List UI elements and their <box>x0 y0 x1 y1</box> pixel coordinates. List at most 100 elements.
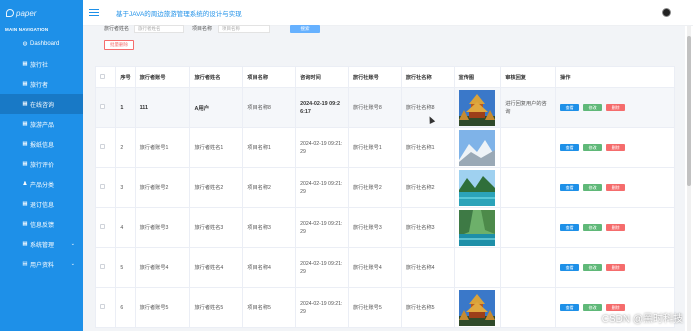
actions-cell: 查看 修改 删除 <box>555 247 675 288</box>
project-name: 项目名称5 <box>242 287 297 328</box>
promo-image <box>453 247 502 288</box>
header: 基于JAVA的周边旅游管理系统的设计与实现 <box>83 0 693 26</box>
row-checkbox-cell[interactable] <box>94 207 117 248</box>
sidebar-item-1[interactable]: ▦ 旅行社 <box>0 54 83 74</box>
edit-button[interactable]: 修改 <box>583 144 603 151</box>
row-checkbox-cell[interactable] <box>94 247 117 288</box>
sidebar-menu: ◍ Dashboard ▦ 旅行社 ▦ 旅行者 ▦ 在线咨询 ▦ 旅游产品 ▦ 报纸信息 ▦ 旅行评价 ♟ 产… <box>0 34 91 274</box>
menu-toggle-icon[interactable] <box>89 8 99 17</box>
sidebar-item-7[interactable]: ♟ 产品分类 <box>0 174 83 194</box>
sidebar-item-8[interactable]: ▦ 退订信息 <box>0 194 83 214</box>
row-checkbox[interactable] <box>100 264 105 269</box>
agency-name: 旅行社名称5 <box>400 287 455 328</box>
grid-icon: ▦ <box>22 121 28 127</box>
view-button[interactable]: 查看 <box>560 304 580 311</box>
sidebar-item-10[interactable]: ▦ 系统管理 ⌄ <box>0 234 83 254</box>
avatar[interactable] <box>662 8 671 17</box>
edit-button[interactable]: 修改 <box>583 264 603 271</box>
view-button[interactable]: 查看 <box>560 184 580 191</box>
scrollbar[interactable] <box>687 26 691 331</box>
sidebar-item-label: 退订信息 <box>30 202 55 209</box>
view-button[interactable]: 查看 <box>560 144 580 151</box>
filter-bar: 旅行者姓名 旅行者姓名 项目名称 项目名称 搜索 批量删除 <box>98 25 678 54</box>
sidebar-item-label: 旅行评价 <box>30 162 55 169</box>
agency-account: 旅行社账号2 <box>347 167 402 208</box>
row-number: 6 <box>115 287 136 328</box>
grid-icon: ▦ <box>22 221 28 227</box>
consultation-table: 序号 旅行者账号 旅行者姓名 项目名称 咨询时间 旅行社账号 旅行社名称 宣传图 审核回复 操作 … <box>94 66 675 328</box>
view-button[interactable]: 查看 <box>560 224 580 231</box>
sidebar-item-0[interactable]: ◍ Dashboard <box>0 34 83 54</box>
traveler-name-input[interactable]: 旅行者姓名 <box>134 25 184 33</box>
row-checkbox[interactable] <box>100 104 105 109</box>
column-header: 旅行社账号 <box>347 66 402 88</box>
row-checkbox-cell[interactable] <box>94 87 117 128</box>
table-row[interactable]: 6 旅行者账号5 旅行者姓名5 项目名称5 2024-02-19 09:21: 29 旅行… <box>94 287 675 328</box>
column-header[interactable] <box>94 66 117 88</box>
sidebar-item-4[interactable]: ▦ 旅游产品 <box>0 114 83 134</box>
sidebar-item-5[interactable]: ▦ 报纸信息 <box>0 134 83 154</box>
traveler-name: A用户 <box>189 87 244 128</box>
search-button[interactable]: 搜索 <box>290 25 320 33</box>
row-number: 5 <box>115 247 136 288</box>
delete-button[interactable]: 删除 <box>606 264 626 271</box>
table-row[interactable]: 2 旅行者账号1 旅行者姓名1 项目名称1 2024-02-19 09:21: 29 旅行… <box>94 127 675 168</box>
traveler-account: 旅行者账号3 <box>134 207 191 248</box>
agency-account: 旅行社账号4 <box>347 247 402 288</box>
agency-account: 旅行社账号5 <box>347 287 402 328</box>
sidebar-item-3[interactable]: ▦ 在线咨询 <box>0 94 91 114</box>
column-header: 操作 <box>555 66 675 88</box>
row-checkbox[interactable] <box>100 304 105 309</box>
agency-name: 旅行社名称2 <box>400 167 455 208</box>
table-row[interactable]: 5 旅行者账号4 旅行者姓名4 项目名称4 2024-02-19 09:21: 29 旅行… <box>94 247 675 288</box>
row-checkbox-cell[interactable] <box>94 287 117 328</box>
row-number: 4 <box>115 207 136 248</box>
select-all-checkbox[interactable] <box>100 73 105 79</box>
traveler-name: 旅行者姓名4 <box>189 247 244 288</box>
sidebar-item-label: 系统管理 <box>30 242 55 249</box>
traveler-name-label: 旅行者姓名 <box>104 26 130 32</box>
logo-icon <box>6 9 14 17</box>
table-row[interactable]: 3 旅行者账号2 旅行者姓名2 项目名称2 2024-02-19 09:21: 29 旅行… <box>94 167 675 208</box>
agency-name: 旅行社名称1 <box>400 127 455 168</box>
edit-button[interactable]: 修改 <box>583 104 603 111</box>
sidebar-item-label: 旅游产品 <box>30 122 55 129</box>
sidebar-item-label: 用户资料 <box>30 262 55 269</box>
row-number: 1 <box>115 87 136 128</box>
actions-cell: 查看 修改 删除 <box>555 207 675 248</box>
sidebar-item-9[interactable]: ▦ 信息反馈 <box>0 214 83 234</box>
delete-button[interactable]: 删除 <box>606 224 626 231</box>
row-checkbox-cell[interactable] <box>94 167 117 208</box>
delete-button[interactable]: 删除 <box>606 144 626 151</box>
logo-text: paper <box>16 8 37 18</box>
sidebar-item-label: 信息反馈 <box>30 222 55 229</box>
actions-cell: 查看 修改 删除 <box>555 167 675 208</box>
promo-image <box>453 127 502 168</box>
row-checkbox-cell[interactable] <box>94 127 117 168</box>
batch-delete-button[interactable]: 批量删除 <box>104 40 134 50</box>
sidebar-item-6[interactable]: ▦ 旅行评价 <box>0 154 83 174</box>
row-checkbox[interactable] <box>100 144 105 149</box>
row-checkbox[interactable] <box>100 184 105 189</box>
traveler-name: 旅行者姓名2 <box>189 167 244 208</box>
view-button[interactable]: 查看 <box>560 104 580 111</box>
sidebar-item-2[interactable]: ▦ 旅行者 <box>0 74 83 94</box>
consult-time: 2024-02-19 09:21: 29 <box>295 207 349 248</box>
table-row[interactable]: 4 旅行者账号3 旅行者姓名3 项目名称3 2024-02-19 09:21: 29 旅行… <box>94 207 675 248</box>
review-reply <box>500 207 557 248</box>
dashboard-icon: ◍ <box>22 41 28 47</box>
sidebar-item-11[interactable]: ▤ 用户资料 ⌄ <box>0 254 83 274</box>
project-name-input[interactable]: 项目名称 <box>218 25 270 33</box>
scrollbar-thumb[interactable] <box>687 36 691 186</box>
edit-button[interactable]: 修改 <box>583 184 603 191</box>
view-button[interactable]: 查看 <box>560 264 580 271</box>
project-name-label: 项目名称 <box>192 26 213 32</box>
review-reply <box>500 247 557 288</box>
delete-button[interactable]: 删除 <box>606 104 626 111</box>
row-checkbox[interactable] <box>100 224 105 229</box>
table-row[interactable]: 1 111 A用户 项目名称8 2024-02-19 09:2 6:17 旅行社账号8 旅行… <box>94 87 675 128</box>
column-header: 旅行者账号 <box>134 66 191 88</box>
edit-button[interactable]: 修改 <box>583 304 603 311</box>
edit-button[interactable]: 修改 <box>583 224 603 231</box>
delete-button[interactable]: 删除 <box>606 184 626 191</box>
